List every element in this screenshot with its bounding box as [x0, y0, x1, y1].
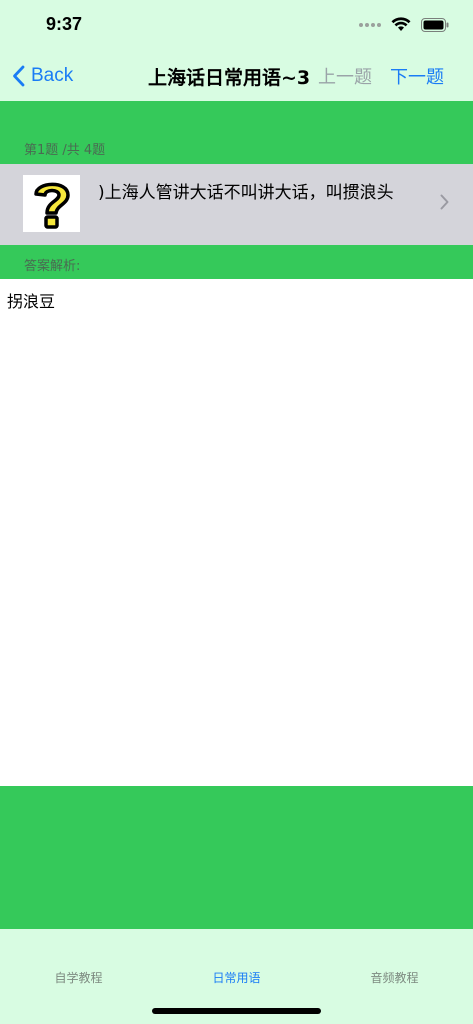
- page-title: 上海话日常用语~3: [148, 67, 311, 89]
- status-time: 9:37: [46, 14, 83, 34]
- answer-header: 答案解析:: [24, 259, 81, 274]
- wifi-icon: [391, 17, 411, 31]
- chevron-right-icon: [440, 194, 449, 210]
- back-label: Back: [31, 65, 74, 86]
- answer-panel: 拐浪豆: [0, 279, 473, 786]
- cellular-signal-icon: [359, 22, 381, 27]
- question-mark-icon: [33, 182, 70, 229]
- answer-text: 拐浪豆: [7, 292, 56, 311]
- battery-icon: [421, 17, 449, 32]
- question-counter: 第1题 /共 4题: [24, 143, 106, 158]
- footer-band: [0, 786, 473, 929]
- navigation-bar: Back 上海话日常用语~3 上一题 下一题: [0, 50, 473, 102]
- question-thumbnail: [23, 175, 80, 232]
- home-indicator: [152, 1008, 321, 1014]
- status-icons: [359, 17, 449, 32]
- tab-self-study[interactable]: 自学教程: [0, 969, 157, 986]
- next-question-button[interactable]: 下一题: [390, 63, 444, 89]
- chevron-left-icon: [13, 65, 25, 87]
- question-row[interactable]: )上海人管讲大话不叫讲大话，叫掼浪头: [0, 164, 473, 245]
- status-bar: 9:37: [0, 0, 473, 50]
- back-button[interactable]: Back: [12, 62, 73, 90]
- tab-daily-phrases[interactable]: 日常用语: [158, 969, 315, 986]
- prev-question-button[interactable]: 上一题: [318, 63, 372, 89]
- question-text: )上海人管讲大话不叫讲大话，叫掼浪头: [98, 183, 394, 203]
- tab-audio-tutorial[interactable]: 音频教程: [316, 969, 473, 986]
